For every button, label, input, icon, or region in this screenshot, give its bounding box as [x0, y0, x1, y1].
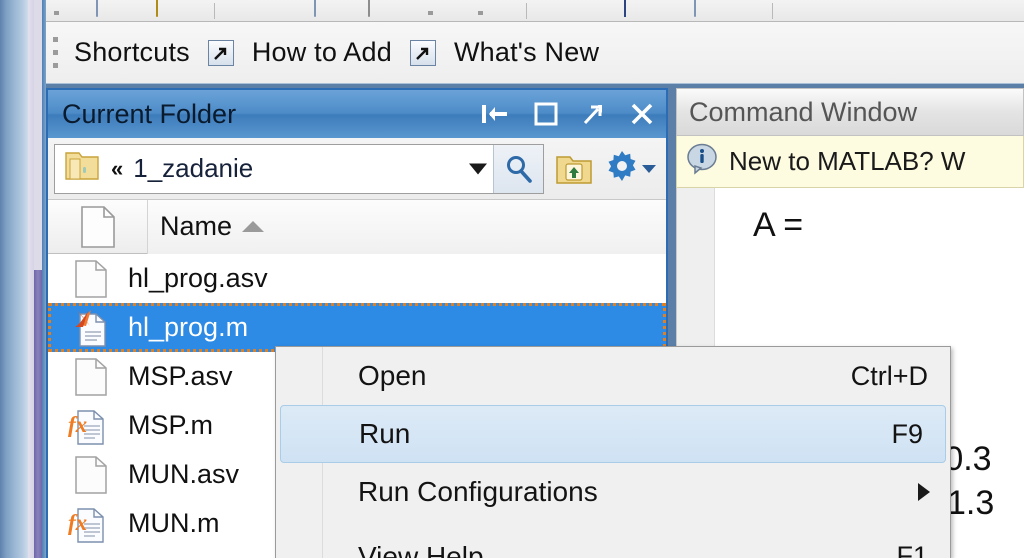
- output-variable: A =: [753, 206, 804, 244]
- dock-left-icon[interactable]: [480, 102, 510, 126]
- menu-item-open-label: Open: [358, 360, 427, 391]
- actions-menu[interactable]: [604, 148, 660, 189]
- browse-icon[interactable]: [694, 0, 696, 17]
- file-name: MUN.m: [128, 508, 220, 538]
- toolbar-grip[interactable]: [50, 33, 60, 73]
- gear-icon[interactable]: [604, 148, 640, 189]
- menu-item-view-help[interactable]: View Help F1: [276, 521, 950, 558]
- column-header-filetype[interactable]: [48, 199, 148, 254]
- current-folder-navbar[interactable]: « 1_zadanie: [48, 138, 666, 200]
- shortcut-whats-new[interactable]: What's New: [454, 37, 599, 68]
- info-icon: [685, 142, 719, 181]
- shortcuts-toolbar[interactable]: Shortcuts How to Add What's New: [46, 22, 1024, 84]
- new-file-icon[interactable]: [96, 0, 98, 17]
- file-name: MUN.asv: [128, 459, 240, 489]
- toolbar-separator-3: [772, 3, 773, 19]
- chevron-down-icon[interactable]: [469, 163, 487, 174]
- current-folder-title: Current Folder: [62, 98, 237, 129]
- sort-ascending-icon: [242, 221, 265, 232]
- matlab-script-icon: [48, 308, 114, 348]
- path-breadcrumb[interactable]: «: [111, 156, 123, 182]
- menu-item-open-accelerator: Ctrl+D: [850, 360, 928, 391]
- paste-icon[interactable]: [314, 0, 316, 17]
- external-link-icon[interactable]: [207, 39, 234, 66]
- file-list-header[interactable]: Name: [48, 199, 666, 254]
- open-folder-icon[interactable]: [156, 0, 158, 17]
- simulink-icon[interactable]: [478, 11, 483, 15]
- search-icon[interactable]: [493, 144, 543, 193]
- up-one-folder-icon[interactable]: [550, 144, 598, 194]
- shortcut-how-to-add[interactable]: How to Add: [252, 37, 392, 68]
- file-name: MSP.m: [128, 410, 214, 440]
- menu-item-open[interactable]: Open Ctrl+D: [276, 347, 950, 405]
- toolbar-separator-2: [526, 3, 527, 19]
- command-window-info-bar[interactable]: New to MATLAB? W: [676, 136, 1024, 188]
- command-window-info-text: New to MATLAB? W: [729, 146, 966, 176]
- folder-icon: [63, 149, 101, 188]
- toolbar-icon-clipped[interactable]: [54, 11, 59, 15]
- file-name: MSP.asv: [128, 361, 233, 391]
- file-name: hl_prog.asv: [128, 263, 268, 293]
- menu-item-view-help-label: View Help: [358, 541, 484, 558]
- blank-document-icon: [48, 357, 114, 397]
- copy-icon[interactable]: [264, 0, 276, 17]
- svg-text:fx: fx: [68, 510, 87, 535]
- cut-icon[interactable]: [244, 0, 256, 17]
- command-window-title: Command Window: [689, 96, 918, 127]
- output-value-1: 1.3: [947, 484, 995, 522]
- main-toolbar[interactable]: [46, 0, 1024, 22]
- shortcuts-label: Shortcuts: [74, 37, 190, 67]
- undo-icon[interactable]: [368, 0, 370, 17]
- function-fx-icon: fx: [48, 406, 114, 446]
- menu-item-run-label: Run: [359, 418, 411, 449]
- maximize-icon[interactable]: [532, 100, 560, 128]
- profiler-icon[interactable]: [574, 0, 586, 17]
- menu-item-run[interactable]: Run F9: [280, 405, 946, 463]
- menu-item-run-accelerator: F9: [891, 418, 923, 449]
- blank-document-icon: [48, 259, 114, 299]
- submenu-arrow-icon: [918, 483, 930, 501]
- path-combo[interactable]: « 1_zadanie: [54, 143, 544, 194]
- context-menu[interactable]: Open Ctrl+D Run F9 Run Configurations Vi…: [275, 346, 951, 558]
- svg-text:fx: fx: [68, 412, 87, 437]
- help-icon[interactable]: [624, 0, 626, 17]
- current-folder-titlebar[interactable]: Current Folder: [48, 90, 666, 138]
- redo-icon[interactable]: [428, 11, 433, 15]
- path-input[interactable]: 1_zadanie: [133, 153, 253, 184]
- chevron-down-icon-gear[interactable]: [642, 164, 656, 173]
- matlab-desktop: Shortcuts How to Add What's New Command …: [0, 0, 1024, 558]
- window-frame-left: [0, 0, 28, 558]
- menu-item-run-configurations[interactable]: Run Configurations: [276, 463, 950, 521]
- function-fx-icon: fx: [48, 504, 114, 544]
- column-header-name-label: Name: [160, 211, 233, 241]
- menu-item-view-help-accelerator: F1: [896, 541, 928, 558]
- list-item-selected[interactable]: hl_prog.m: [48, 303, 666, 352]
- blank-document-icon: [48, 455, 114, 495]
- panel-splitter[interactable]: [34, 270, 42, 558]
- list-item[interactable]: hl_prog.asv: [48, 254, 666, 303]
- menu-item-run-configurations-label: Run Configurations: [358, 476, 598, 507]
- toolbar-separator: [214, 3, 215, 19]
- undock-icon[interactable]: [582, 101, 606, 127]
- close-icon[interactable]: [628, 100, 656, 128]
- file-name-selected: hl_prog.m: [128, 312, 249, 342]
- command-window-titlebar[interactable]: Command Window: [676, 88, 1024, 136]
- external-link-icon-2[interactable]: [409, 39, 436, 66]
- column-header-name[interactable]: Name: [148, 199, 666, 254]
